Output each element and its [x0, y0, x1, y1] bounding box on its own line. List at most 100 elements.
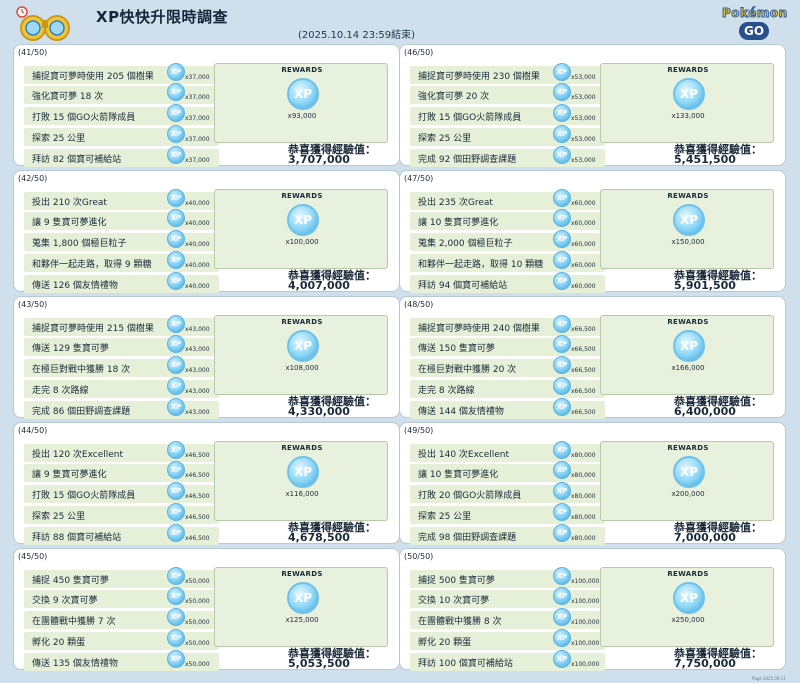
task-row: 讓 9 隻寶可夢進化 XP x40,000: [24, 209, 219, 230]
xp-icon: XP: [553, 524, 571, 542]
task-label: 探索 25 公里: [418, 134, 472, 144]
task-row: 蒐集 2,000 個極巨粒子 XP x60,000: [410, 230, 605, 251]
xp-icon: XP: [167, 83, 185, 101]
task-xp-amount: x66,500: [571, 409, 596, 416]
task-row: 打敗 15 個GO火箭隊成員 XP x53,000: [410, 104, 605, 125]
total-value: 4,678,500: [288, 531, 350, 544]
reward-xp-icon: XP: [287, 204, 319, 236]
task-label: 傳送 144 個友情禮物: [418, 407, 504, 417]
task-row: 捕捉寶可夢時使用 230 個樹果 XP x53,000: [410, 63, 605, 84]
task-xp-amount: x43,000: [185, 346, 210, 353]
task-row: 打敗 20 個GO火箭隊成員 XP x80,000: [410, 482, 605, 503]
task-label: 探索 25 公里: [418, 512, 472, 522]
task-label: 打敗 15 個GO火箭隊成員: [32, 113, 136, 123]
task-label: 拜訪 82 個寶可補給站: [32, 155, 122, 165]
task-label: 拜訪 94 個寶可補給站: [418, 281, 508, 291]
task-row: 孵化 20 顆蛋 XP x100,000: [410, 629, 605, 650]
task-row: 捕捉寶可夢時使用 215 個樹果 XP x43,000: [24, 315, 219, 336]
task-xp-amount: x66,500: [571, 388, 596, 395]
task-label: 捕捉寶可夢時使用 230 個樹果: [418, 72, 540, 82]
task-label: 蒐集 1,800 個極巨粒子: [32, 239, 127, 249]
reward-box: REWARDS XP x108,000: [214, 315, 388, 395]
task-xp-amount: x60,000: [571, 283, 596, 290]
xp-icon: XP: [553, 650, 571, 668]
xp-icon: XP: [167, 587, 185, 605]
task-row: 交換 9 次寶可夢 XP x50,000: [24, 587, 219, 608]
level-card: (49/50) 投出 140 次Excellent XP x80,000 讓 10 隻寶…: [399, 422, 786, 545]
task-label: 走完 8 次路線: [418, 386, 475, 396]
task-row: 完成 86 個田野調查課題 XP x43,000: [24, 398, 219, 419]
task-row: 投出 120 次Excellent XP x46,500: [24, 441, 219, 462]
level-label: (50/50): [404, 552, 434, 561]
reward-box: REWARDS XP x250,000: [600, 567, 774, 647]
xp-icon: XP: [167, 315, 185, 333]
xp-icon: XP: [167, 146, 185, 164]
task-label: 讓 10 隻寶可夢進化: [418, 470, 499, 480]
xp-icon: XP: [167, 650, 185, 668]
deadline-text: (2025.10.14 23:59結束): [298, 30, 416, 41]
task-label: 完成 86 個田野調查課題: [32, 407, 131, 417]
task-row: 傳送 126 個友情禮物 XP x40,000: [24, 272, 219, 293]
task-xp-amount: x53,000: [571, 136, 596, 143]
xp-icon: XP: [167, 104, 185, 122]
task-row: 完成 98 個田野調查課題 XP x80,000: [410, 524, 605, 545]
reward-box: REWARDS XP x133,000: [600, 63, 774, 143]
task-row: 讓 9 隻寶可夢進化 XP x46,500: [24, 461, 219, 482]
task-label: 打敗 15 個GO火箭隊成員: [32, 491, 136, 501]
task-row: 完成 92 個田野調查課題 XP x53,000: [410, 146, 605, 167]
xp-icon: XP: [167, 567, 185, 585]
task-xp-amount: x66,500: [571, 367, 596, 374]
reward-title: REWARDS: [667, 192, 709, 200]
xp-icon: XP: [553, 356, 571, 374]
reward-amount: x150,000: [671, 238, 705, 246]
task-xp-amount: x40,000: [185, 262, 210, 269]
task-label: 和夥伴一起走路，取得 9 顆糖: [32, 260, 152, 270]
task-row: 拜訪 82 個寶可補給站 XP x37,000: [24, 146, 219, 167]
task-row: 孵化 20 顆蛋 XP x50,000: [24, 629, 219, 650]
task-row: 捕捉寶可夢時使用 205 個樹果 XP x37,000: [24, 63, 219, 84]
task-xp-amount: x43,000: [185, 326, 210, 333]
level-label: (49/50): [404, 426, 434, 435]
reward-box: REWARDS XP x93,000: [214, 63, 388, 143]
xp-icon: XP: [553, 146, 571, 164]
xp-icon: XP: [553, 83, 571, 101]
reward-box: REWARDS XP x166,000: [600, 315, 774, 395]
level-card: (42/50) 投出 210 次Great XP x40,000 讓 9 隻寶可夢進化 X…: [13, 170, 400, 293]
reward-title: REWARDS: [281, 192, 323, 200]
task-label: 交換 9 次寶可夢: [32, 596, 98, 606]
level-label: (41/50): [18, 48, 48, 57]
task-row: 投出 235 次Great XP x60,000: [410, 189, 605, 210]
task-label: 讓 9 隻寶可夢進化: [32, 470, 107, 480]
reward-xp-icon: XP: [673, 78, 705, 110]
task-xp-amount: x66,500: [571, 346, 596, 353]
reward-box: REWARDS XP x116,000: [214, 441, 388, 521]
task-label: 走完 8 次路線: [32, 386, 89, 396]
level-card: (46/50) 捕捉寶可夢時使用 230 個樹果 XP x53,000 強化寶可夢 20…: [399, 44, 786, 167]
task-label: 投出 210 次Great: [32, 198, 107, 208]
level-label: (42/50): [18, 174, 48, 183]
task-xp-amount: x80,000: [571, 514, 596, 521]
task-row: 在極巨對戰中獲勝 20 次 XP x66,500: [410, 356, 605, 377]
xp-icon: XP: [167, 441, 185, 459]
brand-go-badge: GO: [739, 22, 769, 40]
task-row: 拜訪 88 個寶可補給站 XP x46,500: [24, 524, 219, 545]
level-card: (44/50) 投出 120 次Excellent XP x46,500 讓 9 隻寶可…: [13, 422, 400, 545]
reward-title: REWARDS: [281, 66, 323, 74]
reward-box: REWARDS XP x150,000: [600, 189, 774, 269]
task-xp-amount: x40,000: [185, 283, 210, 290]
xp-icon: XP: [167, 125, 185, 143]
task-row: 探索 25 公里 XP x46,500: [24, 503, 219, 524]
task-label: 拜訪 100 個寶可補給站: [418, 659, 513, 669]
reward-title: REWARDS: [667, 444, 709, 452]
task-xp-amount: x43,000: [185, 388, 210, 395]
task-row: 蒐集 1,800 個極巨粒子 XP x40,000: [24, 230, 219, 251]
task-label: 打敗 15 個GO火箭隊成員: [418, 113, 522, 123]
total-value: 5,901,500: [674, 279, 736, 292]
task-xp-amount: x100,000: [571, 661, 600, 668]
task-row: 和夥伴一起走路，取得 10 顆糖 XP x60,000: [410, 251, 605, 272]
task-xp-amount: x37,000: [185, 115, 210, 122]
reward-xp-icon: XP: [673, 456, 705, 488]
task-xp-amount: x46,500: [185, 452, 210, 459]
xp-icon: XP: [553, 63, 571, 81]
task-xp-amount: x50,000: [185, 619, 210, 626]
